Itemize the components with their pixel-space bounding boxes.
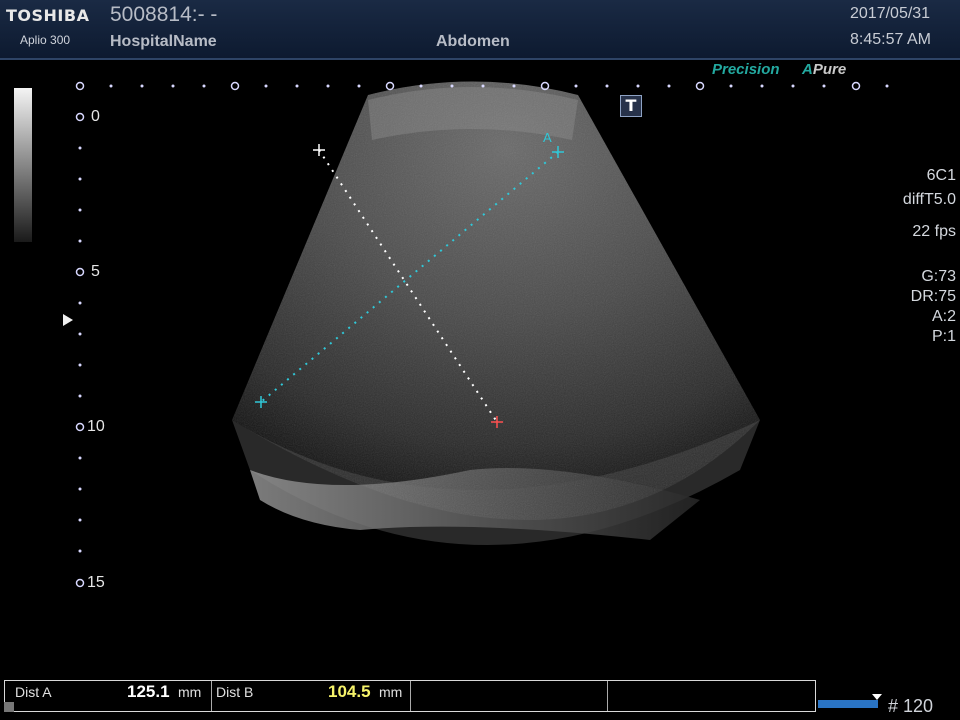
depth-label-15: 15 (87, 574, 105, 591)
cine-slider[interactable] (818, 700, 878, 708)
transducer-label: 6C1 (926, 167, 956, 184)
focus-marker-icon[interactable] (63, 314, 73, 326)
ultrasound-image-area (75, 81, 889, 588)
dist-b-cell[interactable]: Dist B 104.5 mm (211, 681, 411, 711)
depth-label-0: 0 (91, 108, 100, 125)
cine-slider-thumb-icon[interactable] (872, 694, 882, 700)
dist-b-label: Dist B (216, 684, 254, 700)
dist-a-cell[interactable]: Dist A 125.1 mm (5, 681, 212, 711)
dist-a-value: 125.1 (127, 682, 170, 701)
empty-measurement-cell-2[interactable] (607, 681, 814, 711)
dist-b-value: 104.5 (328, 682, 371, 701)
depth-scale (75, 112, 85, 588)
gain-label: G:73 (921, 268, 956, 285)
dist-b-unit: mm (379, 684, 403, 700)
dist-a-label: Dist A (15, 684, 52, 700)
frame-counter: # 120 (888, 696, 934, 716)
caliper-a-label: A (543, 130, 552, 145)
empty-measurement-cell-1[interactable] (410, 681, 608, 711)
dynamic-range-label: DR:75 (910, 288, 956, 305)
a-value-label: A:2 (931, 308, 956, 325)
p-value-label: P:1 (931, 328, 956, 345)
dist-a-unit: mm (178, 684, 202, 700)
measurement-bar: Dist A 125.1 mm Dist B 104.5 mm (4, 680, 816, 712)
preset-label: diffT5.0 (902, 191, 956, 208)
depth-label-5: 5 (91, 263, 100, 280)
frame-rate-label: 22 fps (912, 223, 956, 240)
depth-label-10: 10 (87, 418, 105, 435)
corner-indicator (4, 702, 14, 712)
caliper-b-start-marker (313, 144, 325, 156)
